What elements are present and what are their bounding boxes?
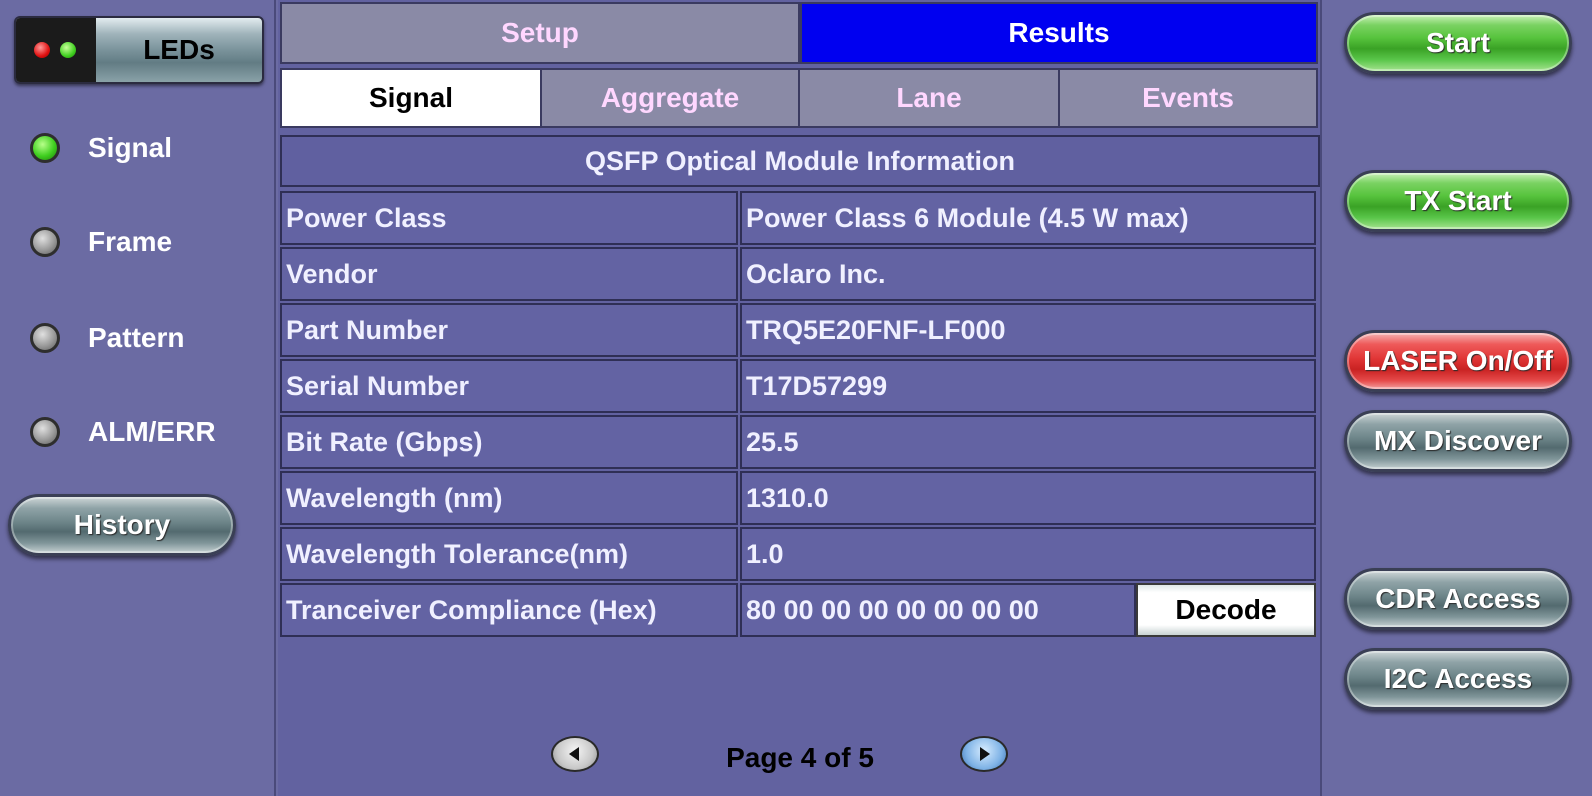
alm-err-led-icon <box>30 417 60 447</box>
history-button[interactable]: History <box>8 494 236 556</box>
row-value-wavelength: 1310.0 <box>740 471 1316 525</box>
row-label-vendor: Vendor <box>280 247 738 301</box>
row-value-transceiver-compliance: 80 00 00 00 00 00 00 00 <box>740 583 1136 637</box>
red-led-icon <box>34 42 50 58</box>
decode-button[interactable]: Decode <box>1136 583 1316 637</box>
row-label-wavelength: Wavelength (nm) <box>280 471 738 525</box>
laser-toggle-button[interactable]: LASER On/Off <box>1344 330 1572 392</box>
tab-setup[interactable]: Setup <box>280 2 800 64</box>
led-row-signal: Signal <box>30 128 172 168</box>
green-led-icon <box>60 42 76 58</box>
leds-title: LEDs <box>143 34 215 65</box>
led-row-pattern: Pattern <box>30 318 184 358</box>
cdr-access-button[interactable]: CDR Access <box>1344 568 1572 630</box>
row-value-part-number: TRQ5E20FNF-LF000 <box>740 303 1316 357</box>
tab-results[interactable]: Results <box>800 2 1318 64</box>
row-label-serial-number: Serial Number <box>280 359 738 413</box>
leds-indicator-block <box>16 18 96 82</box>
led-label-alm-err: ALM/ERR <box>88 416 216 447</box>
pattern-led-icon <box>30 323 60 353</box>
subtab-lane[interactable]: Lane <box>798 68 1060 128</box>
signal-led-icon <box>30 133 60 163</box>
tx-start-button[interactable]: TX Start <box>1344 170 1572 232</box>
row-value-vendor: Oclaro Inc. <box>740 247 1316 301</box>
led-label-pattern: Pattern <box>88 322 185 353</box>
row-label-transceiver-compliance: Tranceiver Compliance (Hex) <box>280 583 738 637</box>
module-info-title: QSFP Optical Module Information <box>280 135 1320 187</box>
start-button[interactable]: Start <box>1344 12 1572 74</box>
frame-led-icon <box>30 227 60 257</box>
subtab-events[interactable]: Events <box>1058 68 1318 128</box>
row-value-serial-number: T17D57299 <box>740 359 1316 413</box>
mx-discover-button[interactable]: MX Discover <box>1344 410 1572 472</box>
page-indicator: Page 4 of 5 <box>726 742 874 773</box>
i2c-access-button[interactable]: I2C Access <box>1344 648 1572 710</box>
row-value-power-class: Power Class 6 Module (4.5 W max) <box>740 191 1316 245</box>
row-label-bit-rate: Bit Rate (Gbps) <box>280 415 738 469</box>
row-label-part-number: Part Number <box>280 303 738 357</box>
arrow-right-icon <box>980 747 990 761</box>
row-label-wavelength-tolerance: Wavelength Tolerance(nm) <box>280 527 738 581</box>
led-label-frame: Frame <box>88 226 173 257</box>
row-label-power-class: Power Class <box>280 191 738 245</box>
leds-panel: LEDs Signal Frame Pattern ALM/ERR Histor… <box>0 0 276 796</box>
led-label-signal: Signal <box>88 132 173 163</box>
arrow-left-icon <box>569 747 579 761</box>
led-row-alm-err: ALM/ERR <box>30 412 216 452</box>
leds-header[interactable]: LEDs <box>14 16 264 84</box>
subtab-signal[interactable]: Signal <box>280 68 542 128</box>
led-row-frame: Frame <box>30 222 172 262</box>
previous-page-button[interactable] <box>551 736 599 772</box>
row-value-bit-rate: 25.5 <box>740 415 1316 469</box>
next-page-button[interactable] <box>960 736 1008 772</box>
subtab-aggregate[interactable]: Aggregate <box>540 68 800 128</box>
row-value-wavelength-tolerance: 1.0 <box>740 527 1316 581</box>
